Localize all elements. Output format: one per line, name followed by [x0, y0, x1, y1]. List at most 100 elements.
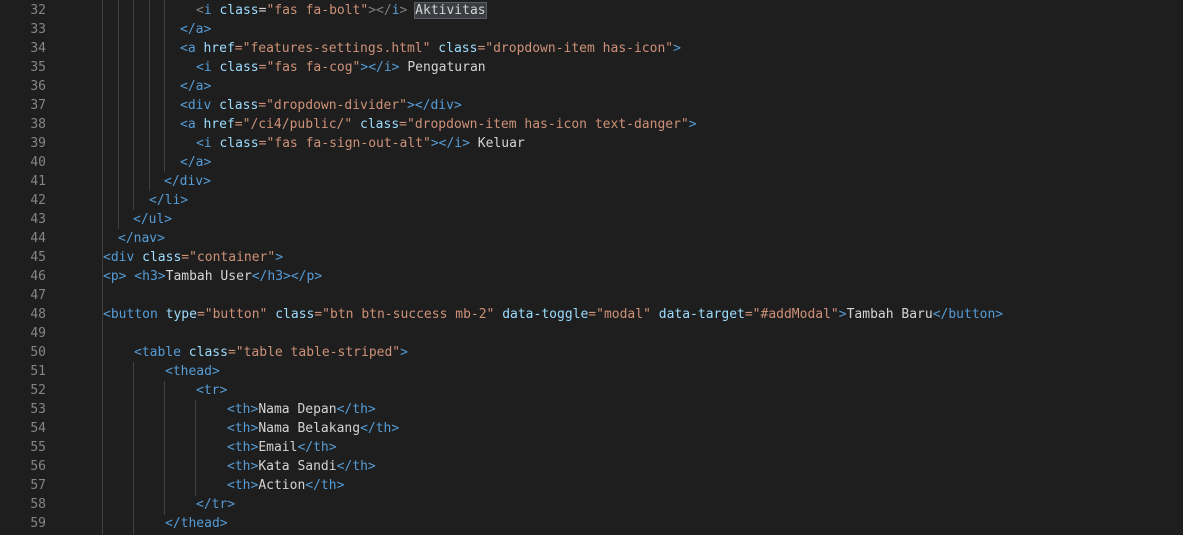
- code-line: <p> <h3>Tambah User</h3></p>: [103, 267, 322, 286]
- tag-close: </th>: [305, 478, 345, 493]
- line-number: 35: [30, 60, 46, 75]
- tag-end: ></i>: [360, 60, 400, 75]
- code-line: <div class="dropdown-divider"></div>: [180, 96, 462, 115]
- tag-open: <h3>: [126, 269, 166, 284]
- tag-close: </th>: [297, 440, 337, 455]
- line-number: 37: [30, 98, 46, 113]
- text-content: Nama Depan: [258, 402, 337, 417]
- tag-end: >: [838, 307, 847, 322]
- attr-name: class: [352, 117, 400, 132]
- line-number: 54: [30, 421, 46, 436]
- code-editor[interactable]: 32 33 34 35 36 37 38 39 40 41 42 43 44 4…: [0, 0, 1183, 535]
- attr-value: ="/ci4/public/": [234, 117, 353, 132]
- tag-end: >: [688, 117, 697, 132]
- code-line: </a>: [180, 155, 212, 170]
- tag-open: <button: [103, 307, 158, 322]
- line-number: 39: [30, 136, 46, 151]
- attr-value: ="button": [196, 307, 268, 322]
- line-number: 38: [30, 117, 46, 132]
- bracket: <: [196, 3, 204, 18]
- attr-value: ="dropdown-item has-icon text-danger": [399, 117, 689, 132]
- code-line: <a href="features-settings.html" class="…: [180, 39, 681, 58]
- code-line: <i class="fas fa-sign-out-alt"></i> Kelu…: [196, 134, 525, 153]
- tag-open: <div: [180, 98, 212, 113]
- tag-open: <i: [196, 136, 212, 151]
- text-content: Pengaturan: [399, 60, 486, 75]
- text-cursor: [485, 3, 487, 18]
- line-number: 47: [30, 288, 46, 303]
- code-line: <div class="container">: [103, 248, 283, 267]
- tag-close: </p>: [290, 269, 323, 284]
- attr-name: type: [157, 307, 197, 322]
- tag-end: >: [673, 41, 681, 56]
- tag-name: i: [203, 3, 212, 18]
- code-line: </li>: [149, 193, 189, 208]
- attr-name: data-target: [650, 307, 745, 322]
- tag-open: <th>: [227, 421, 259, 436]
- line-number: 51: [30, 364, 46, 379]
- tag-open: <a: [180, 117, 196, 132]
- text-content: Tambah Baru: [846, 307, 933, 322]
- attr-name: class: [134, 250, 182, 265]
- line-number: 43: [30, 212, 46, 227]
- attr-name: class: [211, 136, 259, 151]
- attr-name: class: [267, 307, 315, 322]
- line-number: 53: [30, 402, 46, 417]
- tag-open: <th>: [227, 478, 259, 493]
- attr-value: ="modal": [588, 307, 651, 322]
- attr-value: ="#addModal": [744, 307, 839, 322]
- code-area[interactable]: <i class="fas fa-bolt"></i> Aktivitas </…: [72, 0, 1183, 535]
- code-line: <th>Nama Belakang</th>: [227, 419, 399, 438]
- tag-close: </h3>: [251, 269, 291, 284]
- line-number: 55: [30, 440, 46, 455]
- code-line: </thead>: [165, 516, 228, 531]
- line-number: 46: [30, 269, 46, 284]
- tag-close: </button>: [932, 307, 1004, 322]
- code-line: <th>Nama Depan</th>: [227, 400, 376, 419]
- attr-name: data-toggle: [494, 307, 589, 322]
- attr-name: class: [180, 345, 228, 360]
- line-number: 40: [30, 155, 46, 170]
- tag-end: ></i>: [430, 136, 470, 151]
- code-line: <th>Action</th>: [227, 476, 344, 495]
- tag-name: i: [391, 3, 400, 18]
- code-line: <th>Email</th>: [227, 438, 337, 457]
- tag-open: <div: [103, 250, 135, 265]
- tag-open: <th>: [227, 402, 259, 417]
- tag-close: </th>: [336, 402, 376, 417]
- line-number: 34: [30, 41, 46, 56]
- text-content: Email: [258, 440, 298, 455]
- code-line: </tr>: [196, 497, 236, 512]
- line-number: 48: [30, 307, 46, 322]
- tag-close: </th>: [360, 421, 400, 436]
- attr-value: ="features-settings.html": [234, 41, 431, 56]
- attr-value: ="btn btn-success mb-2": [314, 307, 495, 322]
- code-line: <button type="button" class="btn btn-suc…: [103, 305, 1003, 324]
- tag-open: <table: [134, 345, 181, 360]
- attr-name: class: [219, 3, 259, 18]
- line-number-gutter: 32 33 34 35 36 37 38 39 40 41 42 43 44 4…: [0, 0, 62, 535]
- code-line: <i class="fas fa-bolt"></i> Aktivitas: [196, 1, 487, 20]
- attr-value: ="fas fa-sign-out-alt": [258, 136, 431, 151]
- tag-open: <th>: [227, 459, 259, 474]
- line-number: 57: [30, 478, 46, 493]
- text-content: Kata Sandi: [258, 459, 337, 474]
- text-content: Tambah User: [165, 269, 252, 284]
- line-number: 50: [30, 345, 46, 360]
- line-number: 58: [30, 497, 46, 512]
- tag-open: <p>: [103, 269, 127, 284]
- line-number: 52: [30, 383, 46, 398]
- attr-name: href: [195, 117, 235, 132]
- code-line: <thead>: [165, 364, 220, 379]
- line-number: 59: [30, 516, 46, 531]
- text-content: Nama Belakang: [258, 421, 361, 436]
- code-line: <a href="/ci4/public/" class="dropdown-i…: [180, 115, 697, 134]
- code-line: <th>Kata Sandi</th>: [227, 457, 376, 476]
- attr-value: ="dropdown-divider": [258, 98, 407, 113]
- line-number: 49: [30, 326, 46, 341]
- attr-value: ="fas fa-cog": [258, 60, 361, 75]
- line-number: 33: [30, 22, 46, 37]
- tag-close: </th>: [336, 459, 376, 474]
- attr-name: class: [211, 98, 259, 113]
- tag-open: <i: [196, 60, 212, 75]
